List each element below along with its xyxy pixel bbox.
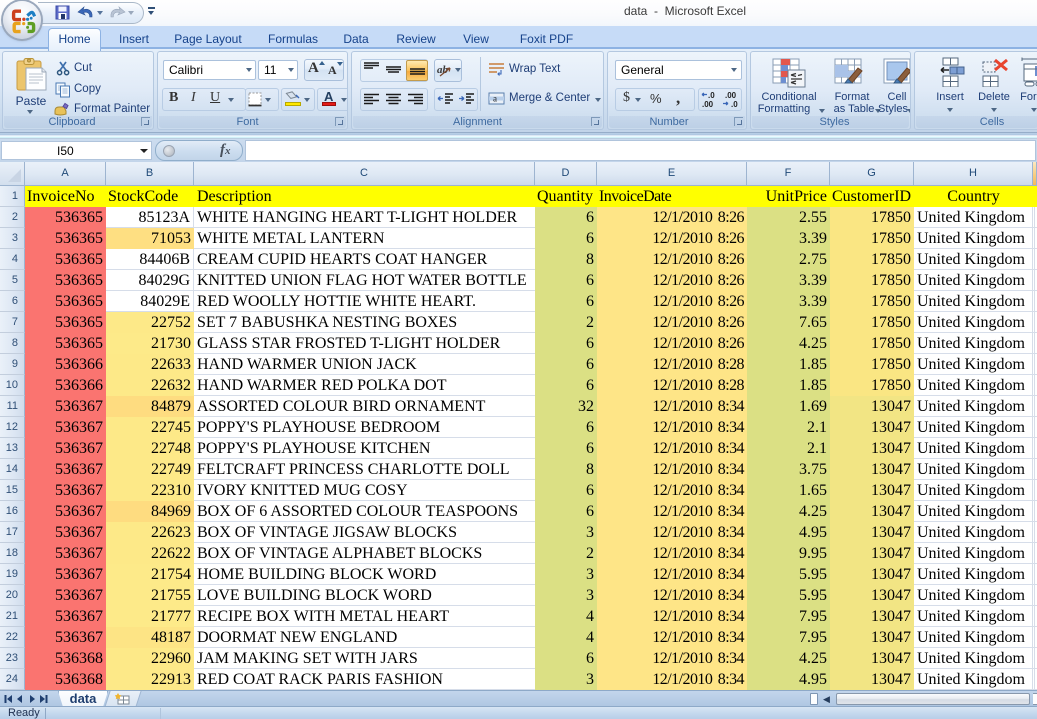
svg-text:.0: .0 bbox=[731, 100, 738, 109]
svg-text:.0: .0 bbox=[708, 91, 715, 100]
svg-text:a: a bbox=[493, 94, 497, 104]
svg-text:.00: .00 bbox=[702, 100, 714, 109]
svg-text:.00: .00 bbox=[725, 91, 737, 100]
